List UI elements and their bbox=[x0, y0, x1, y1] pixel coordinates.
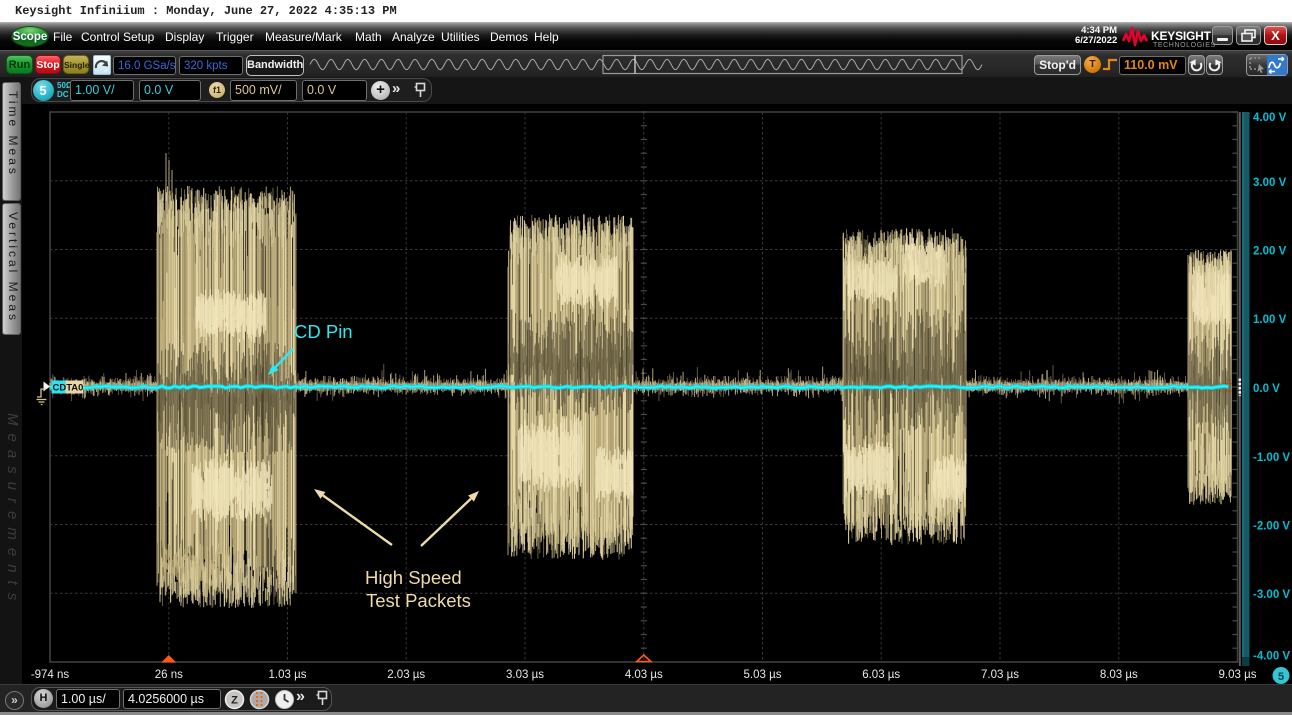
svg-text:5.03 µs: 5.03 µs bbox=[744, 669, 782, 681]
svg-text:-974 ns: -974 ns bbox=[31, 669, 70, 681]
svg-text:5: 5 bbox=[1278, 671, 1284, 683]
svg-text:7.03 µs: 7.03 µs bbox=[981, 669, 1019, 681]
svg-text:9.03 µs: 9.03 µs bbox=[1219, 669, 1257, 681]
svg-text:-1.00 V: -1.00 V bbox=[1253, 452, 1290, 464]
svg-text:2.00 V: 2.00 V bbox=[1253, 246, 1287, 258]
svg-text:1.00 V: 1.00 V bbox=[1253, 314, 1287, 326]
svg-text:Z: Z bbox=[231, 694, 238, 706]
svg-text:8.03 µs: 8.03 µs bbox=[1100, 669, 1138, 681]
svg-text:-2.00 V: -2.00 V bbox=[1253, 521, 1290, 533]
svg-text:4.00 V: 4.00 V bbox=[1253, 112, 1287, 124]
svg-text:CD: CD bbox=[53, 383, 67, 394]
svg-text:-3.00 V: -3.00 V bbox=[1253, 589, 1290, 601]
svg-text:Test Packets: Test Packets bbox=[366, 590, 471, 611]
svg-text:3.00 V: 3.00 V bbox=[1253, 177, 1287, 189]
svg-text:0.0 V: 0.0 V bbox=[1253, 383, 1280, 395]
svg-text:High Speed: High Speed bbox=[365, 567, 462, 588]
svg-text:2.03 µs: 2.03 µs bbox=[387, 669, 425, 681]
svg-text:4.03 µs: 4.03 µs bbox=[625, 669, 663, 681]
svg-text:3.03 µs: 3.03 µs bbox=[506, 669, 544, 681]
svg-text:6.03 µs: 6.03 µs bbox=[862, 669, 900, 681]
svg-text:26 ns: 26 ns bbox=[155, 669, 183, 681]
svg-text:CD Pin: CD Pin bbox=[294, 321, 353, 342]
svg-text:1.03 µs: 1.03 µs bbox=[269, 669, 307, 681]
svg-text:-4.00 V: -4.00 V bbox=[1253, 651, 1290, 663]
svg-text:TA0: TA0 bbox=[66, 383, 83, 394]
